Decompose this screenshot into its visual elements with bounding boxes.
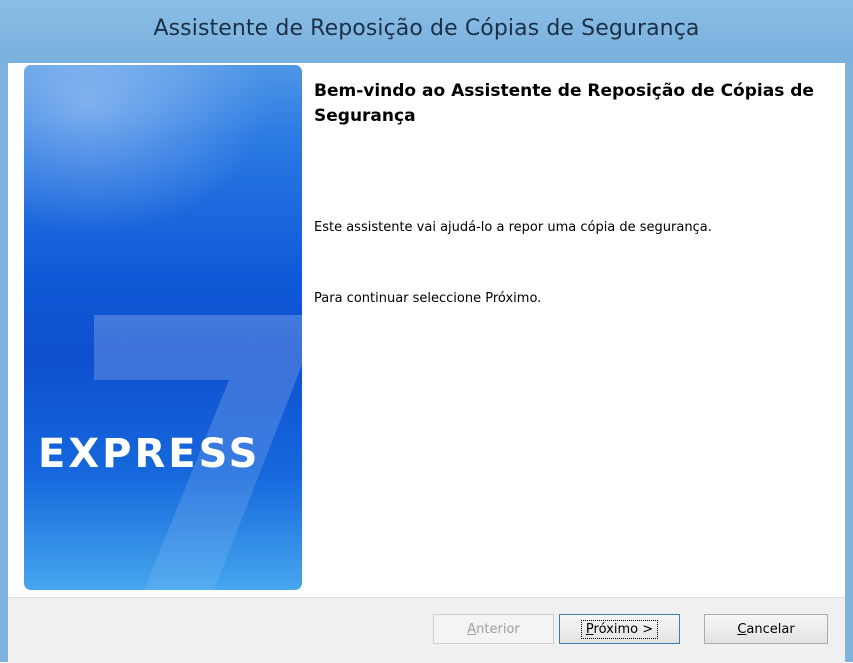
button-bar: Anterior Próximo > Cancelar <box>8 597 845 663</box>
wizard-content-area: EXPRESS Bem-vindo ao Assistente de Repos… <box>8 63 845 662</box>
seven-watermark-icon <box>94 315 302 590</box>
window-title: Assistente de Reposição de Cópias de Seg… <box>153 15 700 41</box>
cancel-button[interactable]: Cancelar <box>704 614 828 644</box>
cancel-label: ancelar <box>746 621 795 637</box>
description-text: Este assistente vai ajudá-lo a repor uma… <box>314 220 712 235</box>
next-focus-rect: Próximo > <box>580 619 659 639</box>
title-bar[interactable]: Assistente de Reposição de Cópias de Seg… <box>0 0 853 64</box>
previous-mnemonic: A <box>467 621 477 637</box>
next-mnemonic: P <box>585 621 594 637</box>
previous-label: nterior <box>476 621 520 637</box>
express-logo-text: EXPRESS <box>38 431 261 477</box>
previous-button[interactable]: Anterior <box>433 614 554 644</box>
instruction-text: Para continuar seleccione Próximo. <box>314 291 542 306</box>
wizard-window: Assistente de Reposição de Cópias de Seg… <box>0 0 853 663</box>
cancel-mnemonic: C <box>737 621 747 637</box>
next-label: róximo > <box>593 621 654 637</box>
welcome-heading: Bem-vindo ao Assistente de Reposição de … <box>314 81 814 126</box>
next-button[interactable]: Próximo > <box>559 614 680 644</box>
express-banner-image: EXPRESS <box>24 65 302 590</box>
